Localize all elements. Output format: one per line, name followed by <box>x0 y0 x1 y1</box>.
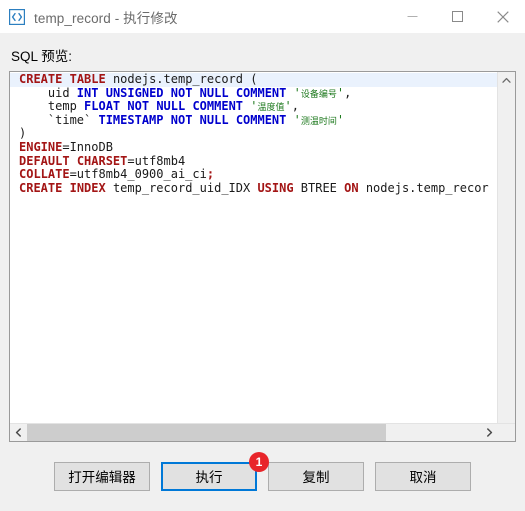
code-brackets-icon <box>9 8 25 25</box>
sql-preview-label: SQL 预览: <box>11 49 73 64</box>
code-line: DEFAULT CHARSET=utf8mb4 <box>19 153 186 168</box>
code-line: CREATE TABLE nodejs.temp_record ( <box>10 72 497 87</box>
copy-button[interactable]: 复制 <box>268 461 364 491</box>
horizontal-scroll-track[interactable] <box>27 424 481 441</box>
cancel-button[interactable]: 取消 <box>375 461 471 491</box>
code-text-area[interactable]: CREATE TABLE nodejs.temp_record ( uid IN… <box>10 72 497 423</box>
code-line: ENGINE=InnoDB <box>19 139 113 154</box>
code-line: ) <box>19 126 27 141</box>
code-lines: CREATE TABLE nodejs.temp_record ( uid IN… <box>10 72 497 195</box>
step-badge: 1 <box>249 452 269 472</box>
code-line: temp FLOAT NOT NULL COMMENT '温度值', <box>19 99 299 114</box>
chevron-right-icon[interactable] <box>481 424 498 441</box>
code-line: `time` TIMESTAMP NOT NULL COMMENT '测温时间' <box>19 112 345 127</box>
horizontal-scroll-thumb[interactable] <box>27 424 386 441</box>
vertical-scroll-track[interactable] <box>498 89 515 423</box>
maximize-icon[interactable] <box>435 0 480 33</box>
code-line: COLLATE=utf8mb4_0900_ai_ci; <box>19 167 215 182</box>
chevron-left-icon[interactable] <box>10 424 27 441</box>
dialog-button-bar: 1 打开编辑器 执行 复制 取消 <box>0 449 525 511</box>
execute-button[interactable]: 执行 <box>161 461 257 491</box>
editor-body: CREATE TABLE nodejs.temp_record ( uid IN… <box>10 72 515 423</box>
horizontal-scrollbar[interactable] <box>10 423 515 441</box>
chevron-up-icon[interactable] <box>498 72 515 89</box>
close-icon[interactable] <box>480 0 525 33</box>
window-controls <box>390 0 525 33</box>
vertical-scrollbar[interactable] <box>497 72 515 423</box>
scrollbar-corner <box>498 424 515 441</box>
code-line: uid INT UNSIGNED NOT NULL COMMENT '设备编号'… <box>19 85 352 100</box>
code-line: CREATE INDEX temp_record_uid_IDX USING B… <box>19 180 489 195</box>
title-bar: temp_record - 执行修改 <box>0 0 525 33</box>
minimize-icon[interactable] <box>390 0 435 33</box>
sql-preview-editor[interactable]: CREATE TABLE nodejs.temp_record ( uid IN… <box>9 71 516 442</box>
window-title: temp_record - 执行修改 <box>34 10 178 26</box>
execute-changes-dialog: temp_record - 执行修改 SQL 预览: CREATE TABLE … <box>0 0 525 511</box>
open-editor-button[interactable]: 打开编辑器 <box>54 461 150 491</box>
dialog-content: SQL 预览: CREATE TABLE nodejs.temp_record … <box>0 33 525 449</box>
